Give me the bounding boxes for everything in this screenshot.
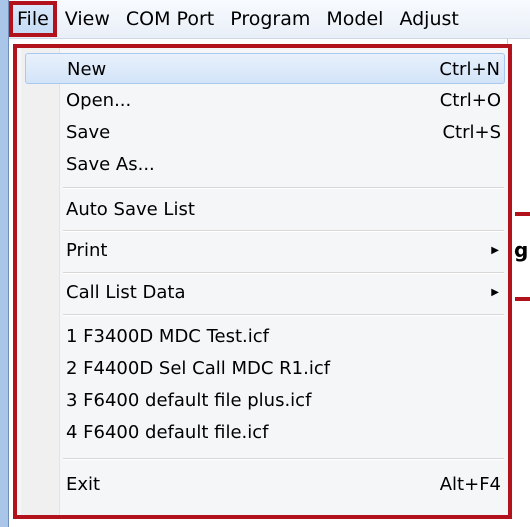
menu-item-label: Save As... — [66, 154, 155, 175]
menu-item-call-list-data[interactable]: Call List Data ▶ — [25, 277, 505, 308]
background-highlight-line — [515, 212, 530, 216]
background-partial-text: g — [514, 238, 529, 262]
menu-item-label: 4 F6400 default file.icf — [66, 422, 269, 443]
menu-item-label: Print — [66, 240, 108, 261]
menu-item-recent-file[interactable]: 2 F4400D Sel Call MDC R1.icf — [25, 353, 505, 384]
menu-adjust[interactable]: Adjust — [391, 0, 466, 38]
menu-item-label: Open... — [66, 90, 132, 111]
menu-item-new[interactable]: New Ctrl+N — [25, 53, 505, 84]
menu-item-label: Save — [66, 122, 111, 143]
menu-item-recent-file[interactable]: 4 F6400 default file.icf — [25, 417, 505, 448]
menu-separator — [63, 314, 504, 316]
menu-separator — [63, 187, 504, 189]
menu-item-exit[interactable]: Exit Alt+F4 — [25, 469, 505, 500]
menu-item-auto-save-list[interactable]: Auto Save List — [25, 194, 505, 225]
menu-view[interactable]: View — [57, 0, 118, 38]
menu-item-recent-file[interactable]: 1 F3400D MDC Test.icf — [25, 321, 505, 352]
menu-file[interactable]: File — [9, 1, 57, 37]
menu-item-print[interactable]: Print ▶ — [25, 235, 505, 266]
menu-item-label: Auto Save List — [66, 199, 195, 220]
menu-item-shortcut: Ctrl+S — [442, 122, 501, 143]
menu-program[interactable]: Program — [222, 0, 318, 38]
submenu-arrow-icon: ▶ — [491, 245, 499, 256]
menu-item-shortcut: Ctrl+O — [439, 90, 501, 111]
menu-item-label: 1 F3400D MDC Test.icf — [66, 326, 270, 347]
menu-separator — [63, 458, 504, 460]
submenu-arrow-icon: ▶ — [491, 287, 499, 298]
menu-com-port[interactable]: COM Port — [118, 0, 222, 38]
menu-item-save-as[interactable]: Save As... — [25, 149, 505, 180]
background-highlight-line — [515, 297, 530, 301]
menu-item-shortcut: Ctrl+N — [439, 59, 500, 80]
menu-bar: File View COM Port Program Model Adjust — [9, 0, 530, 39]
menu-item-label: Exit — [66, 474, 101, 495]
file-menu-dropdown: New Ctrl+N Open... Ctrl+O Save Ctrl+S Sa… — [13, 44, 512, 519]
menu-item-shortcut: Alt+F4 — [439, 474, 501, 495]
menu-item-label: New — [67, 59, 107, 80]
menu-item-save[interactable]: Save Ctrl+S — [25, 117, 505, 148]
window-frame-left — [0, 0, 8, 527]
menu-model[interactable]: Model — [318, 0, 391, 38]
menu-item-label: 2 F4400D Sel Call MDC R1.icf — [66, 358, 331, 379]
menu-item-label: Call List Data — [66, 282, 186, 303]
menu-separator — [63, 272, 504, 274]
menu-item-open[interactable]: Open... Ctrl+O — [25, 85, 505, 116]
menu-item-label: 3 F6400 default file plus.icf — [66, 390, 312, 411]
menu-item-recent-file[interactable]: 3 F6400 default file plus.icf — [25, 385, 505, 416]
menu-separator — [63, 230, 504, 232]
